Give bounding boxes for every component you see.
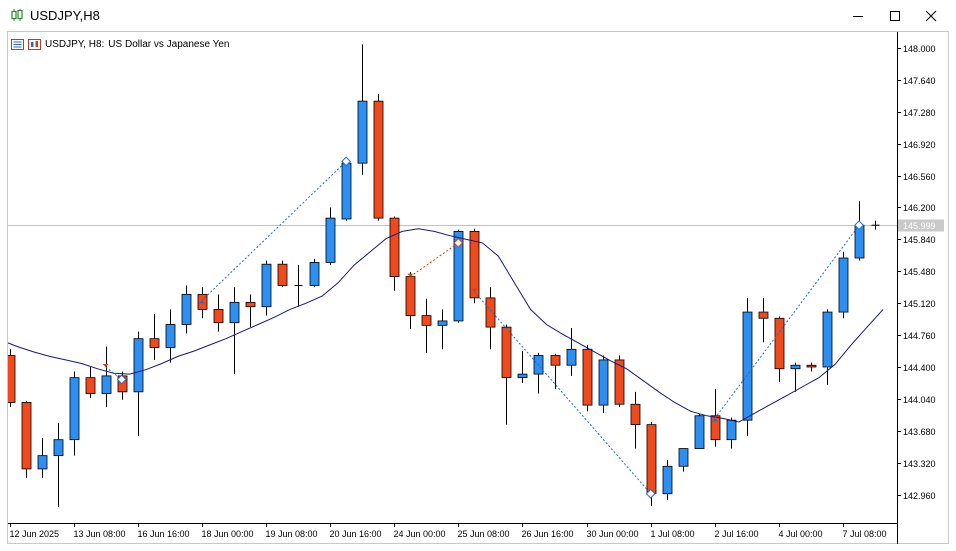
properties-icon[interactable] — [11, 38, 24, 50]
chart-header: USDJPY, H8: US Dollar vs Japanese Yen — [11, 37, 229, 51]
close-button[interactable] — [914, 0, 948, 31]
chart-frame — [7, 31, 949, 544]
chart-description: US Dollar vs Japanese Yen — [108, 38, 230, 50]
chart-type-icon[interactable] — [28, 38, 41, 50]
terminal-window: USDJPY,H8 USDJPY, H8: US Dollar vs Japan… — [0, 0, 956, 551]
maximize-button[interactable] — [878, 0, 912, 31]
chart-candles-icon — [11, 9, 23, 21]
minimize-button[interactable] — [841, 0, 875, 31]
minimize-icon — [853, 15, 863, 17]
title-bar[interactable]: USDJPY,H8 — [0, 0, 956, 31]
chart-symbol-label: USDJPY, H8: — [45, 38, 105, 50]
maximize-icon — [890, 10, 900, 21]
close-icon — [925, 10, 937, 21]
window-title: USDJPY,H8 — [30, 8, 100, 23]
